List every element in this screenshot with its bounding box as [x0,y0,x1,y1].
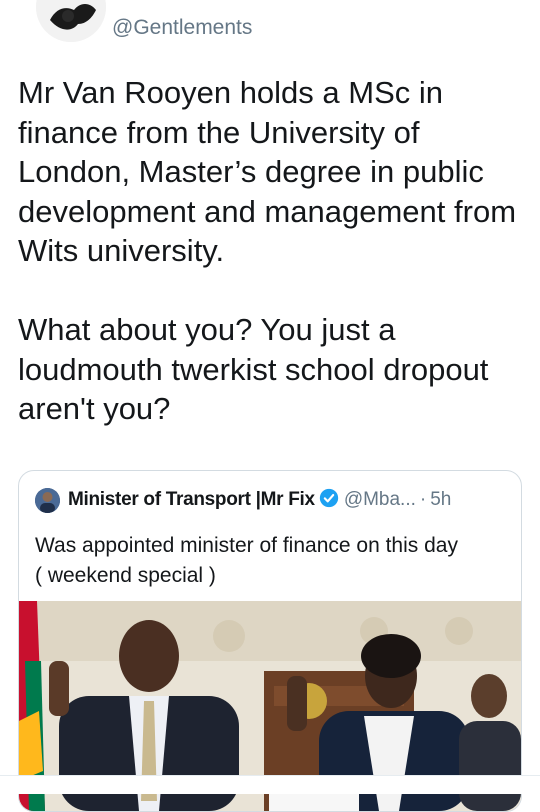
quoted-username[interactable]: @Mba... [344,489,416,511]
quoted-timestamp[interactable]: 5h [430,489,451,511]
tweet-text: Mr Van Rooyen holds a MSc in finance fro… [18,75,517,426]
quoted-tweet-header: Minister of Transport |Mr Fix @Mba... · … [35,487,511,513]
avatar-image [35,487,60,513]
quoted-tweet-text: Was appointed minister of finance on thi… [35,534,458,587]
author-handle[interactable]: @Gentlements [112,16,252,40]
separator-dot: · [419,489,427,510]
quoted-display-name[interactable]: Minister of Transport |Mr Fix [68,489,315,511]
quoted-tweet-card[interactable]: Minister of Transport |Mr Fix @Mba... · … [18,470,522,812]
quoted-author-avatar[interactable] [35,487,60,513]
avatar-image [36,0,106,42]
author-avatar[interactable] [36,0,106,42]
bottom-edge [0,775,540,794]
verified-badge-icon [319,488,339,513]
